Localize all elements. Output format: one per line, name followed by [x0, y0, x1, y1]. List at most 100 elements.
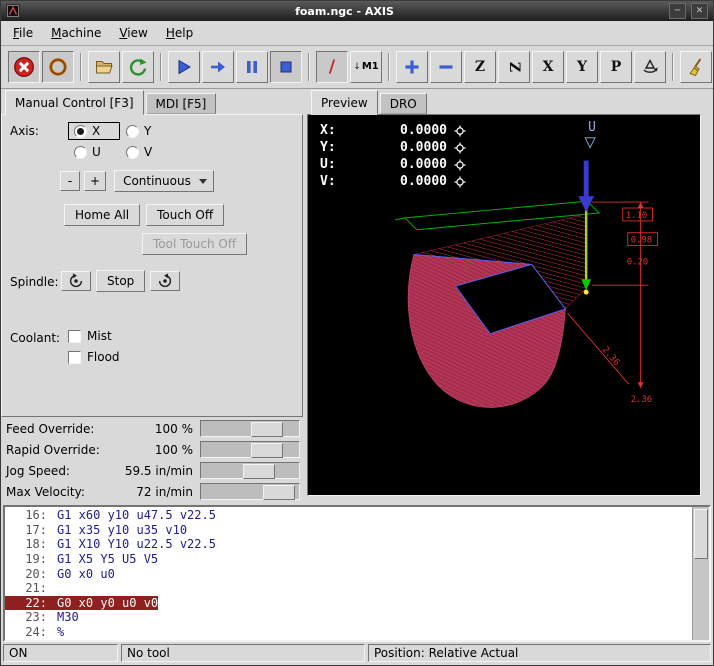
gcode-line[interactable]: 19:G1 X5 Y5 U5 V5 [5, 552, 692, 567]
jog-speed-value: 59.5 in/min [70, 464, 200, 478]
mist-checkbox[interactable]: Mist [68, 329, 120, 343]
u-cone-icon [585, 138, 595, 148]
gcode-line[interactable]: 21: [5, 581, 692, 596]
gcode-line-number: 21: [5, 581, 47, 595]
jog-speed-label: Jog Speed: [3, 464, 70, 478]
coolant-label: Coolant: [10, 329, 56, 345]
toolbar-separator [160, 53, 162, 81]
max-velocity-slider[interactable] [200, 483, 300, 500]
tab-dro[interactable]: DRO [380, 93, 427, 114]
spindle-reverse-button[interactable] [61, 271, 91, 291]
axis-radio-v[interactable]: V [120, 143, 172, 161]
reload-icon [128, 57, 148, 77]
axis-radio-group: X Y U V [68, 122, 172, 161]
rapid-override-label: Rapid Override: [3, 443, 100, 457]
toolbar-separator [388, 53, 390, 81]
dim-label: 1.10 [626, 211, 647, 221]
gcode-line-number: 16: [5, 508, 47, 522]
run-icon [174, 57, 194, 77]
machine-power-button[interactable] [42, 51, 74, 83]
gcode-line[interactable]: 24:% [5, 625, 692, 640]
view-side-button[interactable]: X [532, 51, 564, 83]
gcode-line[interactable]: 20:G0 x0 u0 [5, 566, 692, 581]
gcode-line-text: G1 x60 y10 u47.5 v22.5 [47, 508, 216, 522]
reload-button[interactable] [122, 51, 154, 83]
optional-stop-button[interactable]: ↓ M1 [350, 51, 382, 83]
axis-radio-y[interactable]: Y [120, 122, 172, 140]
spindle-stop-button[interactable]: Stop [96, 270, 145, 292]
jog-minus-button[interactable]: - [60, 171, 80, 191]
menu-view[interactable]: View [110, 21, 156, 45]
slider-thumb[interactable] [263, 485, 295, 500]
gcode-line[interactable]: 23:M30 [5, 610, 692, 625]
toolbar-separator [308, 53, 310, 81]
open-folder-icon [94, 57, 114, 77]
menu-help[interactable]: Help [157, 21, 202, 45]
max-velocity-row: Max Velocity: 72 in/min [3, 481, 301, 502]
preview-canvas[interactable]: U X [307, 114, 701, 496]
estop-button[interactable] [8, 51, 40, 83]
axis-radio-u[interactable]: U [68, 143, 120, 161]
step-button[interactable] [202, 51, 234, 83]
spindle-forward-button[interactable] [150, 271, 180, 291]
slider-thumb[interactable] [243, 464, 275, 479]
view-top-button[interactable]: Z [464, 51, 496, 83]
radio-dot-icon [126, 146, 139, 159]
flood-label: Flood [87, 350, 120, 364]
rapid-override-slider[interactable] [200, 441, 300, 458]
menu-file[interactable]: File [4, 21, 42, 45]
manual-control-panel: Axis: X Y U [1, 114, 303, 417]
down-arrow-icon: ↓ [353, 63, 361, 72]
slider-thumb[interactable] [251, 443, 283, 458]
gcode-line[interactable]: 17:G1 x35 y10 u35 v10 [5, 523, 692, 538]
pause-button[interactable] [236, 51, 268, 83]
titlebar: foam.ngc - AXIS ─ ✕ [1, 1, 713, 21]
zoom-out-icon [436, 57, 456, 77]
rotate-view-button[interactable] [634, 51, 666, 83]
dim-label: 0.98 [631, 236, 652, 246]
scrollbar-thumb[interactable] [694, 509, 708, 559]
tab-preview[interactable]: Preview [311, 90, 378, 115]
feed-override-label: Feed Override: [3, 422, 94, 436]
flood-checkbox[interactable]: Flood [68, 350, 120, 364]
radio-dot-icon [126, 125, 139, 138]
tab-manual-control[interactable]: Manual Control [F3] [5, 90, 144, 115]
gcode-text[interactable]: 16:G1 x60 y10 u47.5 v22.5 17:G1 x35 y10 … [5, 507, 692, 640]
home-all-button[interactable]: Home All [64, 204, 140, 226]
zoom-out-button[interactable] [430, 51, 462, 83]
feed-override-slider[interactable] [200, 420, 300, 437]
run-button[interactable] [168, 51, 200, 83]
gcode-line[interactable]: 18:G1 X10 Y10 u22.5 v22.5 [5, 537, 692, 552]
jog-mode-select[interactable]: Continuous [114, 170, 214, 192]
zoom-in-button[interactable] [396, 51, 428, 83]
stop-icon [276, 57, 296, 77]
minimize-button[interactable]: ─ [669, 3, 686, 19]
close-button[interactable]: ✕ [691, 3, 708, 19]
stop-button[interactable] [270, 51, 302, 83]
jog-plus-button[interactable]: + [84, 171, 106, 191]
homed-icon [454, 142, 466, 154]
axis-main-window: foam.ngc - AXIS ─ ✕ File Machine View He… [0, 0, 714, 666]
gcode-scrollbar[interactable] [692, 507, 709, 640]
dro-readout: X: 0.0000 Y: 0.0000 [320, 122, 466, 190]
touch-off-button[interactable]: Touch Off [146, 204, 224, 226]
open-file-button[interactable] [88, 51, 120, 83]
menu-machine[interactable]: Machine [42, 21, 110, 45]
slider-thumb[interactable] [251, 422, 283, 437]
optional-stop-label: M1 [362, 62, 379, 72]
feed-override-value: 100 % [94, 422, 200, 436]
view-front-button[interactable]: Y [566, 51, 598, 83]
tab-mdi[interactable]: MDI [F5] [146, 93, 217, 114]
clear-plot-button[interactable] [680, 51, 712, 83]
view-rotated-top-button[interactable]: Z [498, 51, 530, 83]
dro-value: 0.0000 [340, 157, 447, 172]
u-axis-glyph: U [588, 120, 596, 135]
view-perspective-button[interactable]: P [600, 51, 632, 83]
axis-radio-x[interactable]: X [68, 122, 120, 140]
gcode-line-active[interactable]: 22:G0 x0 y0 u0 v0 [5, 596, 692, 611]
chevron-down-icon [199, 179, 207, 184]
block-delete-button[interactable]: / [316, 51, 348, 83]
block-delete-label: / [329, 59, 335, 76]
jog-speed-slider[interactable] [200, 462, 300, 479]
gcode-line[interactable]: 16:G1 x60 y10 u47.5 v22.5 [5, 508, 692, 523]
